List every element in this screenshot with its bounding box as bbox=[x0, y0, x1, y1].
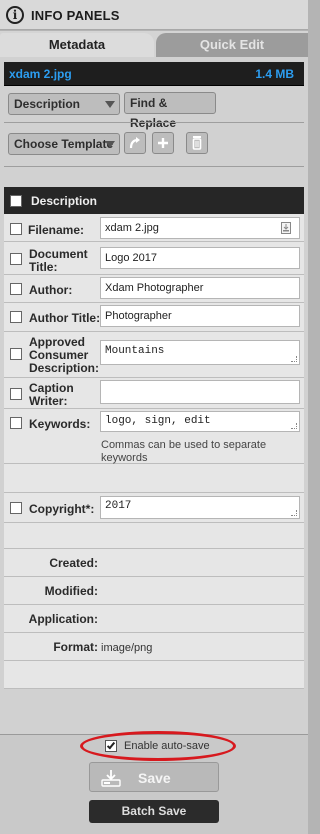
template-select-value: Choose Template bbox=[14, 137, 114, 151]
chevron-down-icon bbox=[105, 141, 115, 148]
file-lock-icon bbox=[281, 222, 291, 234]
select-all-checkbox[interactable] bbox=[10, 195, 22, 207]
file-size: 1.4 MB bbox=[255, 67, 294, 81]
share-arrow-icon bbox=[129, 137, 140, 149]
description-section-header: Description bbox=[4, 187, 304, 214]
view-select[interactable]: Description bbox=[8, 93, 120, 115]
keywords-label: Keywords: bbox=[29, 417, 91, 431]
consumer-description-label: Approved Consumer Description: bbox=[29, 335, 100, 375]
resize-grip-icon[interactable] bbox=[291, 423, 297, 429]
find-replace-button[interactable]: Find & Replace bbox=[124, 92, 216, 130]
author-title-value: Photographer bbox=[105, 310, 172, 322]
save-button[interactable]: Save bbox=[89, 762, 219, 792]
info-icon: i bbox=[6, 6, 24, 24]
view-select-value: Description bbox=[14, 97, 81, 111]
consumer-description-value: Mountains bbox=[105, 345, 165, 357]
divider bbox=[4, 122, 304, 123]
format-label: Format: bbox=[53, 640, 98, 654]
batch-save-button[interactable]: Batch Save bbox=[89, 800, 219, 823]
file-name: xdam 2.jpg bbox=[9, 67, 72, 81]
tab-bar: Metadata Quick Edit bbox=[0, 31, 308, 57]
plus-icon bbox=[158, 138, 168, 148]
filename-value: xdam 2.jpg bbox=[105, 222, 159, 234]
author-title-checkbox[interactable] bbox=[10, 311, 22, 323]
resize-grip-icon[interactable] bbox=[291, 356, 297, 362]
filename-checkbox[interactable] bbox=[10, 223, 22, 235]
tab-metadata[interactable]: Metadata bbox=[0, 33, 154, 57]
resize-grip-icon[interactable] bbox=[291, 510, 297, 516]
caption-writer-field[interactable] bbox=[100, 380, 300, 404]
author-title-label: Author Title: bbox=[29, 311, 101, 325]
chevron-down-icon bbox=[105, 101, 115, 108]
author-field[interactable]: Xdam Photographer bbox=[100, 277, 300, 299]
author-label: Author: bbox=[29, 283, 73, 297]
panel-title: INFO PANELS bbox=[31, 8, 120, 23]
copyright-value: 2017 bbox=[105, 500, 132, 512]
panel-titlebar: i INFO PANELS bbox=[0, 0, 308, 30]
info-row bbox=[4, 661, 304, 689]
application-label: Application: bbox=[28, 612, 98, 626]
created-label: Created: bbox=[49, 556, 98, 570]
format-value: image/png bbox=[101, 642, 153, 654]
download-icon bbox=[101, 770, 121, 787]
consumer-description-checkbox[interactable] bbox=[10, 348, 22, 360]
document-title-label: Document Title: bbox=[29, 247, 88, 274]
copyright-label: Copyright*: bbox=[29, 502, 95, 516]
author-title-field[interactable]: Photographer bbox=[100, 305, 300, 327]
author-value: Xdam Photographer bbox=[105, 282, 204, 294]
document-title-field[interactable]: Logo 2017 bbox=[100, 247, 300, 269]
document-title-checkbox[interactable] bbox=[10, 253, 22, 265]
caption-writer-checkbox[interactable] bbox=[10, 388, 22, 400]
modified-label: Modified: bbox=[44, 584, 98, 598]
divider bbox=[4, 166, 304, 167]
copyright-checkbox[interactable] bbox=[10, 502, 22, 514]
trash-icon bbox=[192, 136, 202, 150]
copyright-field[interactable]: 2017 bbox=[100, 496, 300, 519]
keywords-field[interactable]: logo, sign, edit bbox=[100, 411, 300, 432]
save-label: Save bbox=[138, 770, 171, 786]
keywords-hint: Commas can be used to separate keywords bbox=[101, 439, 267, 464]
keywords-checkbox[interactable] bbox=[10, 417, 22, 429]
caption-writer-label: Caption Writer: bbox=[29, 381, 74, 408]
consumer-description-field[interactable]: Mountains bbox=[100, 340, 300, 365]
document-title-value: Logo 2017 bbox=[105, 252, 157, 264]
field-row bbox=[4, 464, 304, 493]
file-bar: xdam 2.jpg 1.4 MB bbox=[4, 62, 304, 86]
tab-quick-edit[interactable]: Quick Edit bbox=[156, 33, 308, 57]
share-template-button[interactable] bbox=[124, 132, 146, 154]
section-title: Description bbox=[31, 194, 98, 208]
keywords-value: logo, sign, edit bbox=[105, 415, 211, 427]
highlight-ellipse bbox=[80, 731, 236, 761]
add-template-button[interactable] bbox=[152, 132, 174, 154]
author-checkbox[interactable] bbox=[10, 283, 22, 295]
find-replace-label: Find & Replace bbox=[130, 96, 177, 130]
delete-template-button[interactable] bbox=[186, 132, 208, 154]
template-select[interactable]: Choose Template bbox=[8, 133, 120, 155]
filename-field[interactable]: xdam 2.jpg bbox=[100, 217, 300, 239]
field-row bbox=[4, 523, 304, 549]
filename-label: Filename: bbox=[28, 223, 85, 237]
